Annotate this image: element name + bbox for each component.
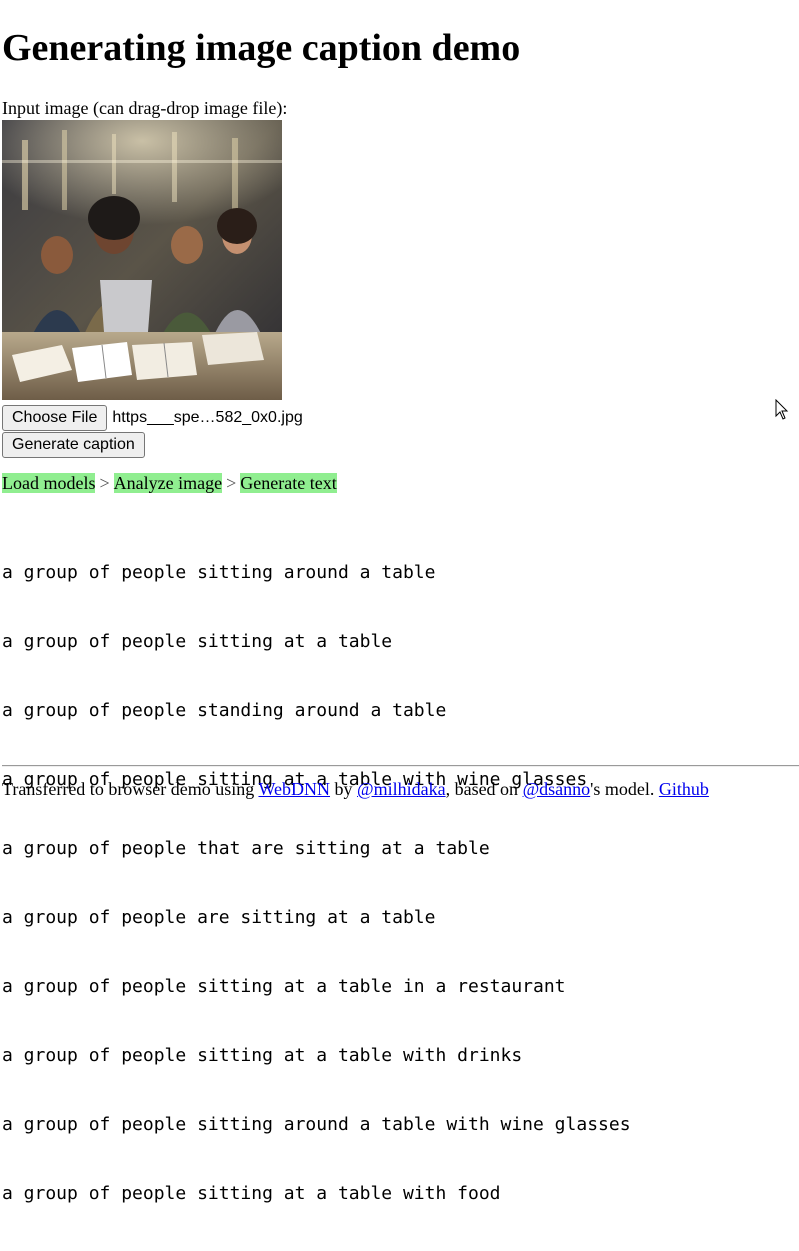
footer-divider [2, 765, 799, 766]
caption-item: a group of people sitting at a table wit… [2, 1045, 523, 1066]
caption-item: a group of people sitting around a table [2, 562, 436, 583]
caption-item: a group of people sitting around a table… [2, 1114, 631, 1135]
caption-item: a group of people that are sitting at a … [2, 838, 490, 859]
github-link[interactable]: Github [659, 779, 709, 799]
footer-text: by [330, 779, 358, 799]
mouse-cursor-icon [775, 399, 789, 420]
webdnn-link[interactable]: WebDNN [258, 779, 330, 799]
choose-file-button[interactable]: Choose File [2, 405, 108, 431]
caption-item: a group of people are sitting at a table [2, 907, 436, 928]
generate-row: Generate caption [2, 432, 145, 458]
file-input-row: Choose File https___spe…582_0x0.jpg [2, 405, 303, 431]
step-generate-text: Generate text [240, 473, 337, 493]
footer: Transferred to browser demo using WebDNN… [2, 778, 709, 800]
footer-text: Transferred to browser demo using [2, 779, 259, 799]
footer-text: , based on [445, 779, 523, 799]
caption-item: a group of people sitting at a table wit… [2, 1183, 501, 1204]
caption-item: a group of people sitting at a table in … [2, 976, 566, 997]
step-separator: > [99, 473, 110, 493]
progress-steps: Load models > Analyze image > Generate text [2, 472, 337, 494]
step-separator: > [226, 473, 237, 493]
footer-text: 's model. [590, 779, 659, 799]
caption-item: a group of people standing around a tabl… [2, 700, 447, 721]
input-image-preview[interactable] [2, 120, 282, 400]
caption-results-list: a group of people sitting around a table… [2, 515, 631, 1251]
caption-item: a group of people sitting at a table [2, 631, 393, 652]
dsanno-link[interactable]: @dsanno [523, 779, 591, 799]
selected-file-name: https___spe…582_0x0.jpg [112, 409, 303, 426]
step-analyze-image: Analyze image [113, 473, 223, 493]
milhidaka-link[interactable]: @milhidaka [357, 779, 446, 799]
generate-caption-button[interactable]: Generate caption [2, 432, 145, 458]
page-title: Generating image caption demo [2, 27, 521, 69]
input-image-label: Input image (can drag-drop image file): [2, 98, 288, 118]
step-load-models: Load models [2, 473, 96, 493]
